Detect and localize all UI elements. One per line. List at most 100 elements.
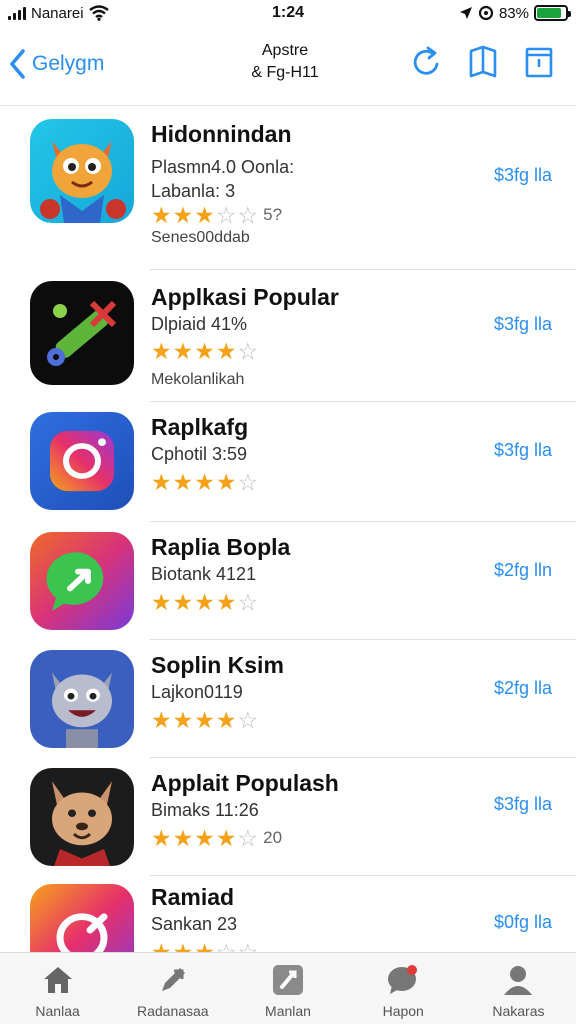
star-icon: ★ <box>151 338 172 364</box>
star-icon: ★ <box>151 589 172 615</box>
star-rating: ★ ★ ★ ★ ☆ <box>151 339 471 363</box>
tab-label: Radanasaa <box>136 1003 209 1019</box>
star-icon: ★ <box>172 707 194 733</box>
app-subtitle: Biotank 4121 <box>151 564 257 584</box>
list-item[interactable]: Hidonnindan Plasmn4.0 Oonla: Labanla: 3 … <box>0 107 576 270</box>
list-item[interactable]: Raplia Bopla Biotank 4121 ★ ★ ★ ★ ☆ $2fg lln <box>0 522 576 640</box>
star-icon: ★ <box>215 825 237 851</box>
star-icon: ★ <box>151 469 172 495</box>
tab-label: Hapon <box>382 1003 424 1019</box>
star-icon: ★ <box>151 202 172 228</box>
star-icon: ☆ <box>237 589 259 615</box>
app-info: Applait Populash Bimaks 11:26 ★ ★ ★ ★ ☆ 20 <box>151 768 471 850</box>
list-item[interactable]: Ramiad Sankan 23 ★ ★ ★ ☆ ☆ $0fg lla <box>0 876 576 952</box>
tray-icon <box>525 47 553 78</box>
star-icon: ☆ <box>215 939 237 952</box>
price-button[interactable]: $3fg lla <box>494 794 552 815</box>
star-icon: ★ <box>172 469 194 495</box>
star-icon: ★ <box>194 707 215 733</box>
app-info: Soplin Ksim Lajkon0119 ★ ★ ★ ★ ☆ <box>151 650 471 732</box>
star-icon: ☆ <box>237 825 259 851</box>
app-subtitle: Lajkon0119 <box>151 682 243 702</box>
tab-pen[interactable]: Radanasaa <box>115 953 230 1024</box>
price-button[interactable]: $3fg lla <box>494 314 552 335</box>
rating-count: 20 <box>263 828 283 847</box>
app-info: Ramiad Sankan 23 ★ ★ ★ ☆ ☆ <box>151 882 471 952</box>
app-name: Soplin Ksim <box>151 652 284 678</box>
price-button[interactable]: $0fg lla <box>494 912 552 933</box>
star-icon: ★ <box>194 939 215 952</box>
app-icon-camera <box>30 412 134 510</box>
book-icon <box>469 45 497 78</box>
tab-home[interactable]: Nanlaa <box>0 953 115 1024</box>
bookmarks-button[interactable] <box>466 44 500 80</box>
app-icon-fox <box>30 768 134 866</box>
app-name: Raplkafg <box>151 414 249 440</box>
price-button[interactable]: $3fg lla <box>494 165 552 186</box>
list-item[interactable]: Applait Populash Bimaks 11:26 ★ ★ ★ ★ ☆ 20 $3… <box>0 758 576 876</box>
share-button[interactable] <box>522 44 556 80</box>
back-button[interactable]: Gelygm <box>8 48 104 80</box>
app-detail: Senes00ddab <box>151 229 250 246</box>
app-subtitle: Plasmn4.0 Oonla: <box>151 157 295 177</box>
list-item[interactable]: Raplkafg Cphotil 3:59 ★ ★ ★ ★ ☆ $3fg lla <box>0 402 576 522</box>
alarm-icon <box>478 5 494 21</box>
battery-icon <box>534 5 571 21</box>
app-subtitle-2: Labanla: 3 <box>151 181 236 201</box>
star-icon: ★ <box>172 589 194 615</box>
star-icon: ☆ <box>237 202 259 228</box>
tab-profile[interactable]: Nakaras <box>461 953 576 1024</box>
tab-tools[interactable]: Manlan <box>230 953 345 1024</box>
carrier-label: Nanarei <box>31 4 84 22</box>
app-icon-monster <box>30 650 134 748</box>
navigation-bar: Gelygm Apstre & Fg-H11 <box>0 26 576 106</box>
app-name: Hidonnindan <box>151 121 292 147</box>
star-icon: ★ <box>215 707 237 733</box>
price-button[interactable]: $3fg lla <box>494 440 552 461</box>
list-item[interactable]: Applkasi Popular Dlpiaid 41% ★ ★ ★ ★ ☆ Mekol… <box>0 270 576 402</box>
pen-icon <box>161 968 185 991</box>
star-icon: ★ <box>151 825 172 851</box>
star-icon: ★ <box>151 707 172 733</box>
page-title: Apstre & Fg-H11 <box>220 40 350 84</box>
tab-label: Manlan <box>265 1003 311 1019</box>
status-left: Nanarei <box>8 5 109 22</box>
app-subtitle: Sankan 23 <box>151 914 238 934</box>
star-rating: ★ ★ ★ ★ ☆ <box>151 470 471 494</box>
star-icon: ★ <box>215 469 237 495</box>
wifi-icon <box>88 5 109 21</box>
refresh-button[interactable] <box>410 44 444 80</box>
price-button[interactable]: $2fg lla <box>494 678 552 699</box>
star-icon: ★ <box>194 589 215 615</box>
title-line-2: & Fg-H11 <box>251 64 319 81</box>
star-icon: ★ <box>172 825 194 851</box>
star-icon: ★ <box>172 202 194 228</box>
tab-label: Nakaras <box>492 1003 545 1019</box>
tab-chat[interactable]: Hapon <box>346 953 461 1024</box>
star-rating: ★ ★ ★ ☆ ☆ <box>151 940 471 952</box>
app-info: Hidonnindan Plasmn4.0 Oonla: Labanla: 3 … <box>151 119 471 249</box>
star-icon: ★ <box>215 589 237 615</box>
app-name: Raplia Bopla <box>151 534 291 560</box>
location-icon <box>459 7 472 19</box>
price-button[interactable]: $2fg lln <box>494 560 552 581</box>
person-icon <box>504 966 533 995</box>
star-icon: ★ <box>151 939 172 952</box>
app-icon-music <box>30 884 134 952</box>
tab-label: Nanlaa <box>35 1003 80 1019</box>
app-subtitle: Dlpiaid 41% <box>151 314 248 334</box>
signal-icon <box>8 6 26 20</box>
battery-percent: 83% <box>498 4 529 22</box>
app-info: Applkasi Popular Dlpiaid 41% ★ ★ ★ ★ ☆ Mekol… <box>151 282 471 391</box>
app-info: Raplkafg Cphotil 3:59 ★ ★ ★ ★ ☆ <box>151 412 471 494</box>
tools-icon <box>273 965 303 995</box>
home-icon <box>43 967 72 993</box>
nav-actions <box>410 44 556 80</box>
app-icon-cat-character <box>30 119 134 223</box>
app-info: Raplia Bopla Biotank 4121 ★ ★ ★ ★ ☆ <box>151 532 471 614</box>
list-item[interactable]: Soplin Ksim Lajkon0119 ★ ★ ★ ★ ☆ $2fg lla <box>0 640 576 758</box>
back-label: Gelygm <box>32 52 105 75</box>
app-list: Hidonnindan Plasmn4.0 Oonla: Labanla: 3 … <box>0 107 576 952</box>
app-name: Applait Populash <box>151 770 339 796</box>
app-name: Ramiad <box>151 884 235 910</box>
